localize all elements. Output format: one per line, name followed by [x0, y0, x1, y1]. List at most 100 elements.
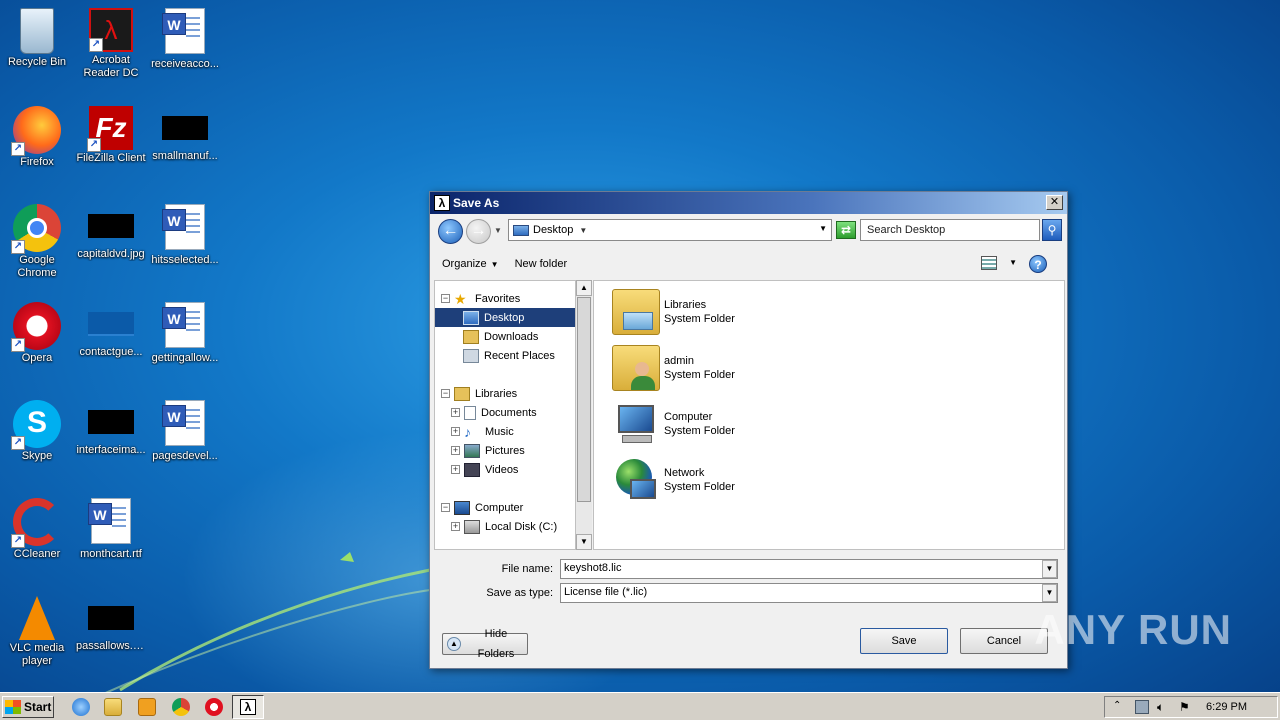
desktop-icon-hitsselected[interactable]: W hitsselected... — [148, 198, 222, 288]
taskbar-active-app[interactable]: λ — [232, 695, 264, 719]
document-icon-wrap: W — [87, 498, 135, 546]
item-name: Libraries — [664, 299, 707, 311]
desktop-icon-skype[interactable]: S ↗ Skype — [0, 394, 74, 484]
help-icon[interactable]: ? — [1029, 255, 1047, 273]
volume-icon[interactable]: 🔈︎ — [1157, 700, 1171, 714]
desktop-icon-acrobat[interactable]: λ ↗ Acrobat Reader DC — [74, 2, 148, 92]
organize-button[interactable]: Organize ▼ — [434, 254, 507, 274]
collapse-icon[interactable]: − — [441, 294, 450, 303]
star-icon: ★ — [454, 290, 467, 307]
document-icon-wrap: W — [161, 400, 209, 448]
history-dropdown-icon[interactable]: ▼ — [494, 226, 502, 235]
nav-computer[interactable]: − Computer — [441, 498, 523, 517]
file-name-input[interactable]: keyshot8.lic — [560, 559, 1058, 579]
chevron-down-icon[interactable]: ▼ — [579, 226, 587, 235]
desktop-icon-pagesdevel[interactable]: W pagesdevel... — [148, 394, 222, 484]
address-dropdown-icon[interactable]: ▼ — [819, 224, 827, 233]
nav-libraries[interactable]: − Libraries — [441, 384, 517, 403]
address-row: ← → ▼ Desktop ▼ ▼ ⇄ Search Desktop ⚲ — [434, 216, 1063, 246]
chevron-down-icon[interactable]: ▼ — [1009, 258, 1017, 267]
search-icon[interactable]: ⚲ — [1042, 219, 1062, 241]
scroll-down-icon[interactable]: ▼ — [576, 534, 592, 550]
nav-music[interactable]: + ♪ Music — [451, 422, 514, 441]
back-button[interactable]: ← — [438, 219, 463, 244]
expand-icon[interactable]: + — [451, 427, 460, 436]
file-explorer-icon[interactable] — [104, 698, 122, 716]
system-tray: ⌃ 🔈︎ ⚑ 6:29 PM — [1104, 696, 1278, 718]
address-bar[interactable]: Desktop ▼ ▼ — [508, 219, 832, 241]
start-button[interactable]: Start — [2, 696, 54, 718]
chevron-up-icon[interactable]: ⌃ — [1113, 700, 1127, 714]
libraries-folder-icon — [612, 289, 660, 335]
expand-icon[interactable]: + — [451, 465, 460, 474]
item-type: System Folder — [664, 425, 735, 437]
image-thumbnail — [88, 606, 134, 630]
nav-favorites[interactable]: − ★ Favorites — [441, 289, 520, 308]
opera-icon[interactable] — [205, 698, 223, 716]
desktop-icon-receiveacco[interactable]: W receiveacco... — [148, 2, 222, 92]
desktop-icon-gettingallow[interactable]: W gettingallow... — [148, 296, 222, 386]
internet-explorer-icon[interactable] — [72, 698, 90, 716]
desktop-icon-recycle-bin[interactable]: Recycle Bin — [0, 2, 74, 92]
forward-button[interactable]: → — [466, 219, 491, 244]
nav-scrollbar[interactable]: ▲ ▼ — [575, 280, 592, 550]
new-folder-button[interactable]: New folder — [507, 254, 576, 274]
app-icon: λ — [240, 699, 256, 715]
watermark: ANY RUN — [1034, 606, 1232, 653]
document-icon-wrap: W — [161, 204, 209, 252]
app-icon: λ — [434, 195, 450, 211]
close-button[interactable]: ✕ — [1046, 195, 1063, 210]
desktop-icon-opera[interactable]: ↗ Opera — [0, 296, 74, 386]
flag-icon[interactable]: ⚑ — [1179, 700, 1193, 714]
shortcut-arrow-icon: ↗ — [11, 534, 25, 548]
nav-downloads[interactable]: Downloads — [463, 327, 538, 346]
desktop-icon-firefox[interactable]: ↗ Firefox — [0, 100, 74, 190]
desktop-icon-vlc[interactable]: VLC media player — [0, 590, 74, 680]
nav-desktop[interactable]: Desktop — [435, 308, 575, 327]
collapse-icon[interactable]: − — [441, 389, 450, 398]
nav-local-disk[interactable]: + Local Disk (C:) — [451, 517, 557, 536]
expand-icon[interactable]: + — [451, 522, 460, 531]
desktop-icon-monthcart[interactable]: W monthcart.rtf — [74, 492, 148, 582]
chevron-up-icon: ▲ — [447, 637, 461, 651]
list-item-libraries[interactable]: Libraries System Folder — [612, 287, 735, 337]
search-input[interactable]: Search Desktop — [860, 219, 1040, 241]
clock[interactable]: 6:29 PM — [1206, 701, 1247, 713]
list-item-admin[interactable]: admin System Folder — [612, 343, 735, 393]
expand-icon[interactable]: + — [451, 446, 460, 455]
dialog-titlebar[interactable]: λ Save As ✕ — [430, 192, 1067, 214]
desktop-icon-ccleaner[interactable]: ↗ CCleaner — [0, 492, 74, 582]
list-item-network[interactable]: Network System Folder — [612, 455, 735, 505]
save-button[interactable]: Save — [860, 628, 948, 654]
refresh-button[interactable]: ⇄ — [836, 221, 856, 239]
music-icon: ♪ — [464, 423, 471, 440]
chrome-icon[interactable] — [172, 698, 190, 716]
list-item-computer[interactable]: Computer System Folder — [612, 399, 735, 449]
nav-pictures[interactable]: + Pictures — [451, 441, 525, 460]
scrollbar-thumb[interactable] — [577, 297, 591, 502]
hide-folders-button[interactable]: ▲ Hide Folders — [442, 628, 528, 660]
desktop-icon-passallows[interactable]: passallows.jpg — [74, 590, 148, 680]
expand-icon[interactable]: + — [451, 408, 460, 417]
collapse-icon[interactable]: − — [441, 503, 450, 512]
nav-videos[interactable]: + Videos — [451, 460, 518, 479]
chevron-down-icon[interactable]: ▼ — [1042, 584, 1057, 602]
item-text: Computer System Folder — [664, 410, 735, 438]
desktop-icon-filezilla[interactable]: Fz ↗ FileZilla Client — [74, 100, 148, 190]
word-document-icon: W — [162, 8, 205, 54]
desktop-icon-contactgue[interactable]: contactgue... — [74, 296, 148, 386]
scroll-up-icon[interactable]: ▲ — [576, 280, 592, 296]
desktop-icon-interfaceima[interactable]: interfaceima... — [74, 394, 148, 484]
chevron-down-icon[interactable]: ▼ — [1042, 560, 1057, 578]
save-as-dialog: λ Save As ✕ ← → ▼ Desktop ▼ ▼ ⇄ Search D… — [429, 191, 1068, 669]
view-options-icon[interactable] — [981, 256, 997, 270]
save-type-select[interactable]: License file (*.lic) — [560, 583, 1058, 603]
media-player-icon[interactable] — [138, 698, 156, 716]
nav-recent-places[interactable]: Recent Places — [463, 346, 555, 365]
network-icon[interactable] — [1135, 700, 1149, 714]
desktop-icon-smallmanuf[interactable]: smallmanuf... — [148, 100, 222, 190]
desktop-icon-chrome[interactable]: ↗ Google Chrome — [0, 198, 74, 288]
desktop-icon-capitaldvd[interactable]: capitaldvd.jpg — [74, 198, 148, 288]
shortcut-arrow-icon: ↗ — [87, 138, 101, 152]
nav-documents[interactable]: + Documents — [451, 403, 537, 422]
